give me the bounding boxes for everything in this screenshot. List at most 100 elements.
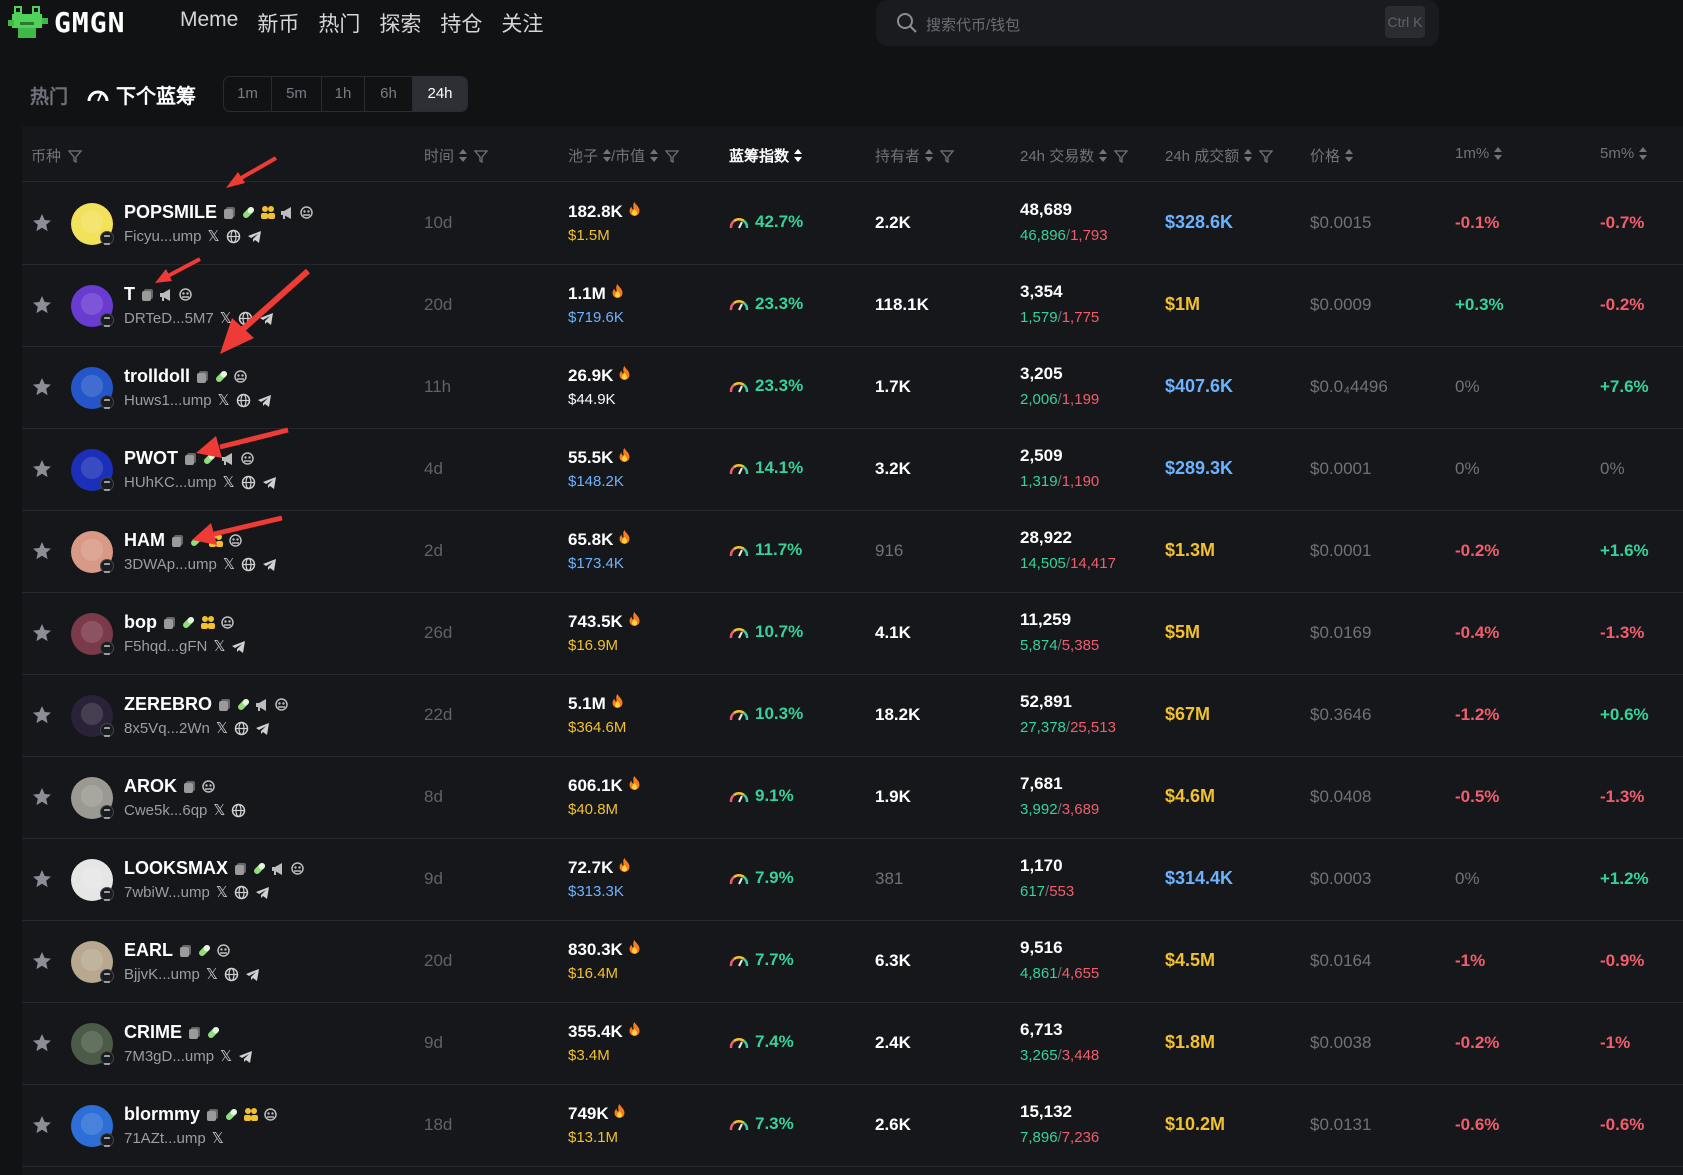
star-icon[interactable] xyxy=(31,868,53,890)
table-row[interactable]: CRIME 7M3gD...ump 𝕏 9d 355.4K $3.4M 7.4% … xyxy=(22,1003,1683,1085)
token-name[interactable]: trolldoll xyxy=(124,366,252,387)
globe-icon[interactable] xyxy=(224,967,239,982)
star-icon[interactable] xyxy=(31,540,53,562)
star-icon[interactable] xyxy=(31,704,53,726)
col-m1[interactable]: 1m% xyxy=(1455,145,1503,162)
token-name[interactable]: blormmy xyxy=(124,1104,282,1125)
col-bluechip[interactable]: 蓝筹指数 xyxy=(729,145,803,166)
token-address[interactable]: 7wbiW...ump 𝕏 xyxy=(124,883,276,901)
table-row[interactable]: T DRTeD...5M7 𝕏 20d 1.1M $719.6K 23.3% 11… xyxy=(22,265,1683,347)
token-address[interactable]: HUhKC...ump 𝕏 xyxy=(124,473,283,491)
nav-holdings[interactable]: 持仓 xyxy=(440,8,482,38)
copy-icon[interactable] xyxy=(218,698,232,712)
timeframe-5m[interactable]: 5m xyxy=(272,77,322,111)
tab-next-bluechip[interactable]: 下个蓝筹 xyxy=(86,80,196,109)
telegram-icon[interactable] xyxy=(262,475,277,490)
copy-icon[interactable] xyxy=(184,452,198,466)
token-name[interactable]: POPSMILE xyxy=(124,202,318,223)
star-icon[interactable] xyxy=(31,294,53,316)
table-row[interactable]: POPSMILE Ficyu...ump 𝕏 10d 182.8K $1.5M 4… xyxy=(22,183,1683,265)
token-address[interactable]: 7M3gD...ump 𝕏 xyxy=(124,1047,259,1065)
globe-icon[interactable] xyxy=(241,475,256,490)
col-holders[interactable]: 持有者 xyxy=(875,145,955,166)
sort-icon[interactable] xyxy=(794,148,803,163)
x-twitter-icon[interactable]: 𝕏 xyxy=(218,391,230,409)
filter-icon[interactable] xyxy=(665,149,680,163)
telegram-icon[interactable] xyxy=(245,967,260,982)
token-name[interactable]: PWOT xyxy=(124,448,259,469)
nav-new-coins[interactable]: 新币 xyxy=(257,8,299,38)
globe-icon[interactable] xyxy=(236,393,251,408)
telegram-icon[interactable] xyxy=(259,311,274,326)
sort-icon[interactable] xyxy=(1345,148,1354,163)
globe-icon[interactable] xyxy=(234,721,249,736)
star-icon[interactable] xyxy=(31,376,53,398)
sort-icon[interactable] xyxy=(459,148,468,163)
col-coin[interactable]: 币种 xyxy=(31,145,83,166)
copy-icon[interactable] xyxy=(196,370,210,384)
globe-icon[interactable] xyxy=(231,803,246,818)
filter-icon[interactable] xyxy=(68,149,83,163)
filter-icon[interactable] xyxy=(1114,149,1129,163)
col-vol24[interactable]: 24h 成交额 xyxy=(1165,145,1274,166)
star-icon[interactable] xyxy=(31,622,53,644)
star-icon[interactable] xyxy=(31,458,53,480)
sort-icon[interactable] xyxy=(1244,148,1253,163)
sort-icon[interactable] xyxy=(603,148,612,163)
token-name[interactable]: HAM xyxy=(124,530,247,551)
filter-icon[interactable] xyxy=(474,149,489,163)
token-address[interactable]: Ficyu...ump 𝕏 xyxy=(124,227,268,245)
star-icon[interactable] xyxy=(31,950,53,972)
sort-icon[interactable] xyxy=(1639,146,1648,161)
copy-icon[interactable] xyxy=(163,616,177,630)
col-tx24[interactable]: 24h 交易数 xyxy=(1020,145,1129,166)
sort-icon[interactable] xyxy=(650,148,659,163)
token-address[interactable]: DRTeD...5M7 𝕏 xyxy=(124,309,280,327)
x-twitter-icon[interactable]: 𝕏 xyxy=(206,965,218,983)
table-row[interactable]: EARL BjjvK...ump 𝕏 20d 830.3K $16.4M 7.7%… xyxy=(22,921,1683,1003)
telegram-icon[interactable] xyxy=(238,1049,253,1064)
filter-icon[interactable] xyxy=(940,149,955,163)
copy-icon[interactable] xyxy=(183,780,197,794)
table-row[interactable]: PWOT HUhKC...ump 𝕏 4d 55.5K $148.2K 14.1%… xyxy=(22,429,1683,511)
table-row[interactable]: ZEREBRO 8x5Vq...2Wn 𝕏 22d 5.1M $364.6M 10… xyxy=(22,675,1683,757)
star-icon[interactable] xyxy=(31,786,53,808)
copy-icon[interactable] xyxy=(171,534,185,548)
copy-icon[interactable] xyxy=(179,944,193,958)
x-twitter-icon[interactable]: 𝕏 xyxy=(220,309,232,327)
globe-icon[interactable] xyxy=(226,229,241,244)
x-twitter-icon[interactable]: 𝕏 xyxy=(213,801,225,819)
col-pool-mcap[interactable]: 池子/市值 xyxy=(568,145,680,166)
table-row[interactable]: bop F5hqd...gFN 𝕏 26d 743.5K $16.9M 10.7%… xyxy=(22,593,1683,675)
star-icon[interactable] xyxy=(31,212,53,234)
token-name[interactable]: AROK xyxy=(124,776,220,797)
copy-icon[interactable] xyxy=(223,206,237,220)
copy-icon[interactable] xyxy=(234,862,248,876)
filter-icon[interactable] xyxy=(1259,149,1274,163)
token-address[interactable]: F5hqd...gFN 𝕏 xyxy=(124,637,252,655)
token-address[interactable]: 8x5Vq...2Wn 𝕏 xyxy=(124,719,276,737)
telegram-icon[interactable] xyxy=(231,639,246,654)
nav-explore[interactable]: 探索 xyxy=(379,8,421,38)
x-twitter-icon[interactable]: 𝕏 xyxy=(208,227,220,245)
globe-icon[interactable] xyxy=(234,885,249,900)
table-row[interactable]: AROK Cwe5k...6qp 𝕏 8d 606.1K $40.8M 9.1% … xyxy=(22,757,1683,839)
col-age[interactable]: 时间 xyxy=(424,145,489,166)
telegram-icon[interactable] xyxy=(247,229,262,244)
token-name[interactable]: ZEREBRO xyxy=(124,694,293,715)
token-name[interactable]: T xyxy=(124,284,197,305)
table-row[interactable]: LOOKSMAX 7wbiW...ump 𝕏 9d 72.7K $313.3K 7… xyxy=(22,839,1683,921)
token-address[interactable]: Cwe5k...6qp 𝕏 xyxy=(124,801,252,819)
x-twitter-icon[interactable]: 𝕏 xyxy=(213,637,225,655)
token-name[interactable]: EARL xyxy=(124,940,235,961)
copy-icon[interactable] xyxy=(141,288,155,302)
col-m5[interactable]: 5m% xyxy=(1600,145,1648,162)
copy-icon[interactable] xyxy=(206,1108,220,1122)
timeframe-1m[interactable]: 1m xyxy=(224,77,272,111)
telegram-icon[interactable] xyxy=(262,557,277,572)
telegram-icon[interactable] xyxy=(255,885,270,900)
gmgn-logo[interactable]: GMGN xyxy=(8,2,125,42)
token-name[interactable]: bop xyxy=(124,612,239,633)
star-icon[interactable] xyxy=(31,1114,53,1136)
token-address[interactable]: BjjvK...ump 𝕏 xyxy=(124,965,266,983)
